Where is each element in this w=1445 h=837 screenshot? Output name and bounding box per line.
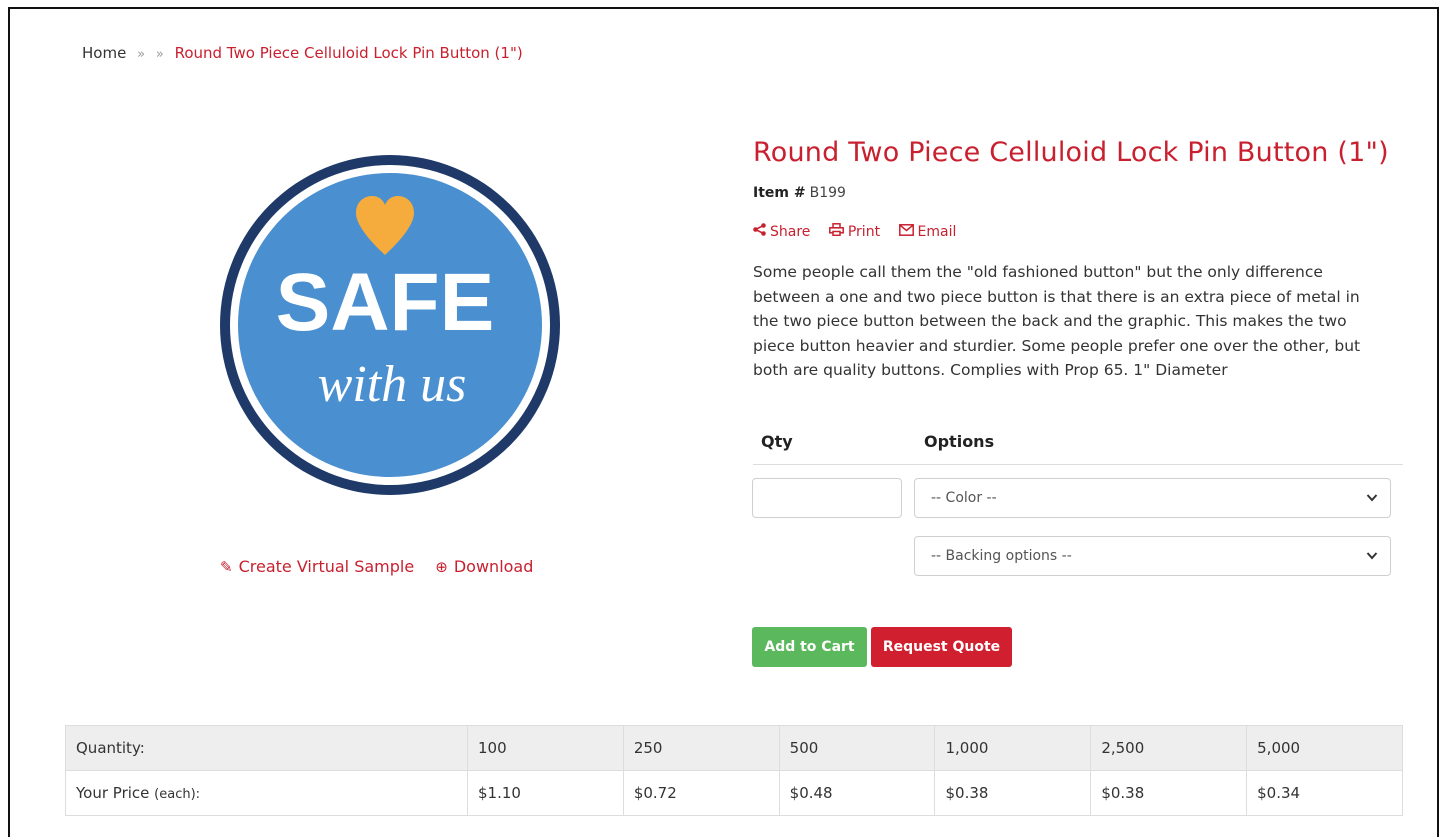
email-label: Email xyxy=(917,224,957,240)
envelope-icon xyxy=(898,222,914,242)
download-label: Download xyxy=(453,557,534,576)
quantity-row: Quantity: 100 250 500 1,000 2,500 5,000 xyxy=(65,725,1403,771)
breadcrumb-separator: » xyxy=(137,47,146,62)
image-links: ✎ Create Virtual Sample ⊕ Download xyxy=(220,556,533,578)
price-row: Your Price (each): $1.10 $0.72 $0.48 $0.… xyxy=(65,770,1403,816)
qty-header: Qty xyxy=(761,432,793,451)
edit-icon: ✎ xyxy=(220,558,233,576)
price-cell: $0.38 xyxy=(934,770,1092,816)
product-title: Round Two Piece Celluloid Lock Pin Butto… xyxy=(753,137,1389,168)
quantity-cell: 100 xyxy=(467,725,624,771)
create-virtual-sample-label: Create Virtual Sample xyxy=(238,557,415,576)
item-number-label: Item # xyxy=(753,185,806,201)
email-button[interactable]: Email xyxy=(898,222,957,242)
chevron-down-icon xyxy=(1366,537,1378,590)
share-actions: Share Print Email xyxy=(753,222,956,242)
breadcrumb: Home » » Round Two Piece Celluloid Lock … xyxy=(82,42,523,66)
quantity-cell: 2,500 xyxy=(1090,725,1248,771)
item-number: Item # B199 xyxy=(753,183,846,203)
create-virtual-sample-link[interactable]: ✎ Create Virtual Sample xyxy=(220,556,414,578)
quantity-cell: 1,000 xyxy=(934,725,1092,771)
add-to-cart-button[interactable]: Add to Cart xyxy=(752,627,867,667)
button-text-with-us: with us xyxy=(318,356,467,413)
print-button[interactable]: Print xyxy=(828,222,881,242)
price-cell: $0.72 xyxy=(622,770,780,816)
share-icon xyxy=(753,222,766,242)
quantity-cell: 250 xyxy=(622,725,780,771)
button-text-safe: SAFE xyxy=(276,257,495,348)
price-cell: $0.34 xyxy=(1246,770,1403,816)
print-label: Print xyxy=(847,224,881,240)
product-image: SAFE with us xyxy=(220,155,560,495)
breadcrumb-separator: » xyxy=(155,47,164,62)
price-cell: $1.10 xyxy=(467,770,624,816)
download-icon: ⊕ xyxy=(435,558,448,576)
download-link[interactable]: ⊕ Download xyxy=(435,556,533,578)
price-label-suffix: (each): xyxy=(154,787,201,802)
color-select-value: -- Color -- xyxy=(931,490,997,506)
share-button[interactable]: Share xyxy=(753,222,810,242)
product-description: Some people call them the "old fashioned… xyxy=(753,263,1361,379)
share-label: Share xyxy=(770,224,811,240)
breadcrumb-current: Round Two Piece Celluloid Lock Pin Butto… xyxy=(174,44,523,62)
quantity-label: Quantity: xyxy=(65,725,468,771)
breadcrumb-home-link[interactable]: Home xyxy=(82,44,126,62)
backing-select-value: -- Backing options -- xyxy=(931,548,1072,564)
price-table: Quantity: 100 250 500 1,000 2,500 5,000 … xyxy=(65,725,1403,816)
chevron-down-icon xyxy=(1366,479,1378,532)
price-cell: $0.48 xyxy=(778,770,936,816)
quantity-cell: 5,000 xyxy=(1246,725,1403,771)
backing-options-select[interactable]: -- Backing options -- xyxy=(914,536,1391,576)
request-quote-button[interactable]: Request Quote xyxy=(871,627,1012,667)
options-header: Options xyxy=(924,432,995,451)
price-label: Your Price (each): xyxy=(65,770,468,816)
print-icon xyxy=(828,222,844,242)
quantity-cell: 500 xyxy=(778,725,936,771)
price-cell: $0.38 xyxy=(1090,770,1248,816)
order-options-header: Qty Options xyxy=(753,430,1403,465)
item-number-value: B199 xyxy=(809,185,846,201)
color-select[interactable]: -- Color -- xyxy=(914,478,1391,518)
price-label-text: Your Price xyxy=(76,784,150,802)
quantity-input[interactable] xyxy=(752,478,902,518)
